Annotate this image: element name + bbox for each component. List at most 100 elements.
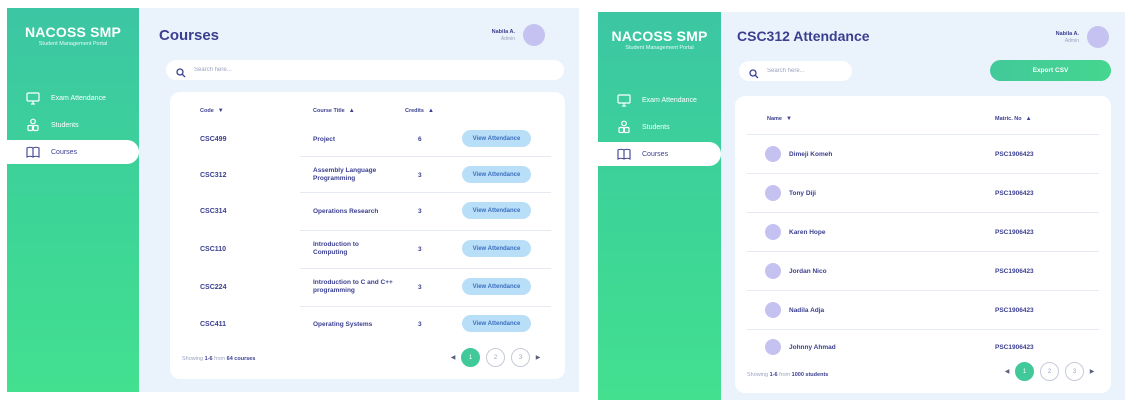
view-attendance-button[interactable]: View Attendance xyxy=(462,240,531,257)
summary-range: 1-6 xyxy=(769,372,778,378)
row-divider xyxy=(300,156,551,157)
brand-logo: NACOSS SMP Student Management Portal xyxy=(7,24,139,47)
search-input[interactable] xyxy=(767,68,850,74)
sidebar-item-courses[interactable]: Courses xyxy=(7,140,139,164)
row-divider xyxy=(300,192,551,193)
table-row: Nadila Adja PSC1906423 xyxy=(735,291,1111,329)
search-icon xyxy=(176,65,186,78)
sidebar: NACOSS SMP Student Management Portal Exa… xyxy=(7,8,139,392)
user-role: Admin xyxy=(500,35,515,42)
table-row: Jordan Nico PSC1906423 xyxy=(735,252,1111,290)
course-credits: 3 xyxy=(418,283,422,291)
student-name: Karen Hope xyxy=(789,228,826,236)
course-credits: 3 xyxy=(418,171,422,179)
column-header-code[interactable]: Code ▼ xyxy=(200,108,224,114)
column-header-label: Code xyxy=(200,108,214,114)
summary-prefix: Showing xyxy=(747,372,770,378)
sidebar-item-students[interactable]: Students xyxy=(7,113,139,137)
student-matric: PSC1906423 xyxy=(995,306,1034,314)
table-row: CSC411 Operating Systems 3 View Attendan… xyxy=(170,308,565,340)
search-input[interactable] xyxy=(194,67,505,73)
course-credits: 3 xyxy=(418,320,422,328)
sidebar-item-label: Courses xyxy=(51,148,78,156)
student-name: Jordan Nico xyxy=(789,267,827,275)
view-attendance-button[interactable]: View Attendance xyxy=(462,130,531,147)
brand-title: NACOSS SMP xyxy=(24,24,122,40)
user-profile[interactable]: Nabila A. Admin xyxy=(1056,26,1109,48)
view-attendance-button[interactable]: View Attendance xyxy=(462,315,531,332)
course-title: Operations Research xyxy=(313,207,379,215)
search-bar[interactable] xyxy=(739,61,852,81)
sidebar-item-courses[interactable]: Courses xyxy=(598,142,721,166)
next-page-icon[interactable]: ▶ xyxy=(1087,366,1097,378)
user-role: Admin xyxy=(1064,37,1079,44)
table-row: CSC499 Project 6 View Attendance xyxy=(170,122,565,156)
pagination: ◀ 1 2 3 ▶ xyxy=(448,348,543,367)
page-button-3[interactable]: 3 xyxy=(1065,362,1084,381)
sort-asc-icon: ▲ xyxy=(427,108,434,114)
page-button-1[interactable]: 1 xyxy=(461,348,480,367)
sort-asc-icon: ▲ xyxy=(1025,116,1032,122)
sidebar-item-exam-attendance[interactable]: Exam Attendance xyxy=(598,88,721,112)
next-page-icon[interactable]: ▶ xyxy=(533,352,543,364)
column-header-matric[interactable]: Matric. No ▲ xyxy=(995,116,1032,122)
courses-table: Code ▼ Course Title ▲ Credits ▲ CSC499 P… xyxy=(170,92,565,379)
page-button-2[interactable]: 2 xyxy=(486,348,505,367)
user-profile[interactable]: Nabila A. Admin xyxy=(492,24,545,46)
attendance-screen: NACOSS SMP Student Management Portal Exa… xyxy=(598,12,1125,400)
sidebar-nav: Exam Attendance Students Courses xyxy=(598,88,721,169)
avatar[interactable] xyxy=(1087,26,1109,48)
summary-total: 64 courses xyxy=(226,356,256,362)
column-header-course-title[interactable]: Course Title ▲ xyxy=(313,108,355,114)
course-code: CSC314 xyxy=(200,207,227,215)
view-attendance-button[interactable]: View Attendance xyxy=(462,166,531,183)
student-avatar xyxy=(765,224,781,240)
user-name: Nabila A. xyxy=(491,28,515,35)
course-code: CSC312 xyxy=(200,171,227,179)
page-button-1[interactable]: 1 xyxy=(1015,362,1034,381)
summary-total: 1000 students xyxy=(791,372,829,378)
student-matric: PSC1906423 xyxy=(995,189,1034,197)
courses-screen: NACOSS SMP Student Management Portal Exa… xyxy=(7,8,579,392)
table-row: CSC224 Introduction to C and C++ program… xyxy=(170,270,565,304)
column-header-credits[interactable]: Credits ▲ xyxy=(405,108,434,114)
student-matric: PSC1906423 xyxy=(995,228,1034,236)
course-code: CSC499 xyxy=(200,135,227,143)
prev-page-icon[interactable]: ◀ xyxy=(448,352,458,364)
book-open-icon xyxy=(616,146,632,162)
table-row: Karen Hope PSC1906423 xyxy=(735,213,1111,251)
view-attendance-button[interactable]: View Attendance xyxy=(462,202,531,219)
course-credits: 3 xyxy=(418,245,422,253)
row-divider xyxy=(300,268,551,269)
sidebar-item-exam-attendance[interactable]: Exam Attendance xyxy=(7,86,139,110)
column-header-name[interactable]: Name ▼ xyxy=(767,116,792,122)
export-csv-button[interactable]: Export CSV xyxy=(990,60,1111,81)
student-matric: PSC1906423 xyxy=(995,343,1034,351)
page-title: Courses xyxy=(159,27,220,44)
student-avatar xyxy=(765,263,781,279)
search-bar[interactable] xyxy=(166,60,564,80)
sidebar-item-students[interactable]: Students xyxy=(598,115,721,139)
page-button-2[interactable]: 2 xyxy=(1040,362,1059,381)
pagination-summary: Showing 1-6 from 64 courses xyxy=(182,356,255,362)
prev-page-icon[interactable]: ◀ xyxy=(1002,366,1012,378)
summary-prefix: Showing xyxy=(182,356,205,362)
student-name: Johnny Ahmad xyxy=(789,343,836,351)
sidebar-item-label: Students xyxy=(642,123,670,131)
sidebar-nav: Exam Attendance Students Courses xyxy=(7,86,139,167)
student-name: Tony Diji xyxy=(789,189,816,197)
course-code: CSC110 xyxy=(200,245,227,253)
users-icon xyxy=(25,117,41,133)
page-title: CSC312 Attendance xyxy=(737,28,870,44)
course-title: Assembly Language Programming xyxy=(313,166,377,182)
pagination-summary: Showing 1-6 from 1000 students xyxy=(747,372,828,378)
page-button-3[interactable]: 3 xyxy=(511,348,530,367)
table-row: CSC312 Assembly Language Programming 3 V… xyxy=(170,158,565,192)
view-attendance-button[interactable]: View Attendance xyxy=(462,278,531,295)
user-name: Nabila A. xyxy=(1055,30,1079,37)
column-header-label: Matric. No xyxy=(995,116,1022,122)
monitor-check-icon xyxy=(25,90,41,106)
student-avatar xyxy=(765,185,781,201)
column-header-label: Name xyxy=(767,116,782,122)
avatar[interactable] xyxy=(523,24,545,46)
